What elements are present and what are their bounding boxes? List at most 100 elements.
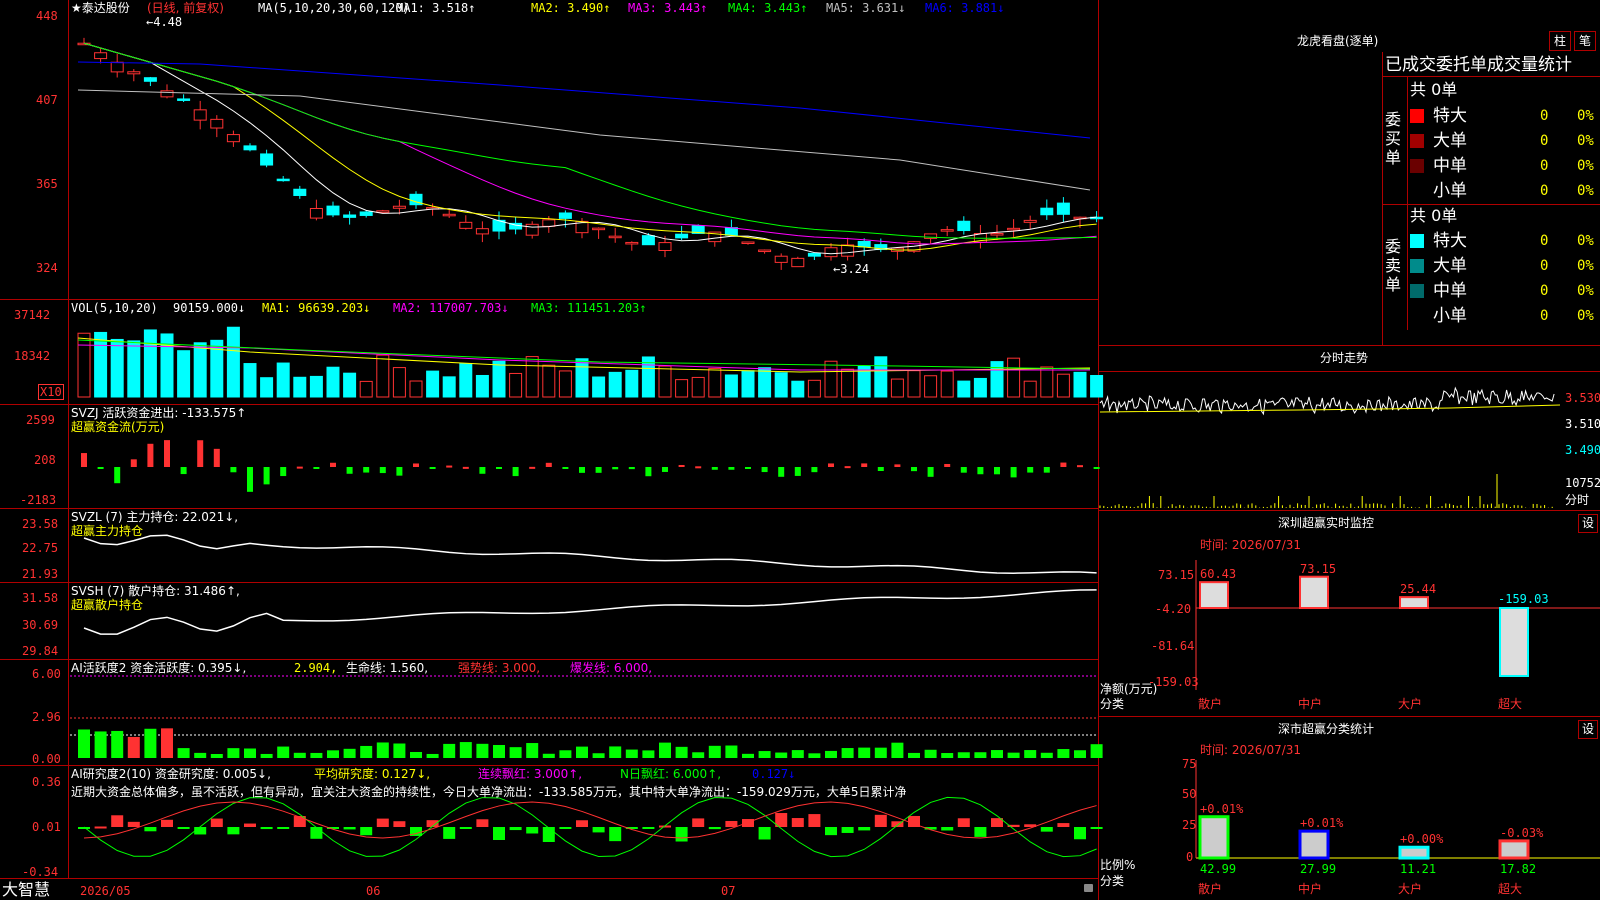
chart-canvas: [70, 37, 1600, 860]
monitor-bar: [1299, 575, 1329, 609]
flow-bar: [496, 467, 502, 469]
candle-body: [442, 213, 456, 217]
flow-bar: [263, 467, 270, 485]
activity-bar: [111, 730, 124, 758]
classify-bar: [1198, 815, 1230, 860]
sell-row-count: 0: [1540, 233, 1549, 249]
candle-body: [475, 228, 489, 235]
tab-bar-view[interactable]: 柱: [1549, 31, 1571, 51]
flow-bar: [645, 467, 652, 477]
research-bar: [725, 820, 738, 827]
activity-bar: [542, 753, 555, 758]
research-bar: [592, 827, 605, 833]
flow-bar: [413, 463, 419, 467]
volume-bar: [409, 380, 423, 398]
intraday-ytick: 3.490: [1565, 443, 1600, 457]
classify-category: 超大: [1498, 882, 1523, 896]
lock-icon[interactable]: [1084, 884, 1093, 892]
activity-bar: [526, 743, 539, 758]
activity-bar: [659, 742, 671, 758]
svsh-ytick: 30.69: [22, 618, 59, 632]
candle-body: [459, 221, 473, 229]
research-bar: [210, 818, 223, 827]
activity-bar: [127, 736, 140, 758]
buy-row-label: 小单: [1433, 181, 1467, 201]
research-bar: [260, 827, 273, 830]
sell-row-swatch: [1410, 309, 1424, 323]
buy-row-swatch: [1410, 184, 1424, 198]
volume-bar: [509, 372, 523, 398]
volume-bar: [376, 354, 390, 398]
classify-bar: [1498, 839, 1530, 860]
candle-body: [525, 223, 539, 236]
candle-body: [160, 90, 174, 98]
price-ytick: 448: [36, 9, 58, 23]
svzl-ytick: 23.58: [22, 517, 59, 531]
candle-body: [724, 227, 738, 236]
monitor-settings-button[interactable]: 设: [1578, 514, 1598, 533]
research-bar: [974, 827, 987, 837]
research-bar: [393, 821, 406, 827]
ai1-life: 生命线: 1.560,: [346, 661, 429, 675]
sell-row-count: 0: [1540, 258, 1549, 274]
period-label: (日线, 前复权): [147, 1, 224, 15]
activity-bar: [725, 745, 738, 758]
flow-bar: [662, 467, 668, 472]
candle-body: [260, 153, 274, 166]
activity-bar: [293, 752, 306, 758]
research-bar: [94, 826, 107, 829]
sell-row-label: 中单: [1433, 281, 1467, 301]
sell-row-count: 0: [1540, 283, 1549, 299]
research-bar: [559, 827, 572, 829]
sell-row-label: 大单: [1433, 256, 1467, 276]
flow-bar: [396, 467, 403, 476]
candle-body: [276, 178, 290, 182]
classify-settings-button[interactable]: 设: [1578, 720, 1598, 739]
sell-row-percent: 0%: [1577, 283, 1594, 299]
volume-bar: [143, 329, 157, 398]
sell-row-label: 小单: [1433, 306, 1467, 326]
svzl-title: SVZL (7) 主力持仓: 22.021↓,: [71, 510, 239, 524]
volume-bar: [343, 372, 357, 398]
buy-row-label: 中单: [1433, 156, 1467, 176]
activity-bar: [1057, 749, 1070, 758]
volume-bar: [691, 376, 705, 398]
candle-body: [1023, 219, 1037, 223]
volume-bar: [724, 374, 738, 398]
sell-row-label: 特大: [1433, 231, 1467, 251]
research-bar: [692, 818, 705, 827]
svzj-ytick: 2599: [26, 413, 55, 427]
svsh-ytick: 29.84: [22, 644, 59, 658]
svzl-ytick: 22.75: [22, 541, 59, 555]
sell-row-percent: 0%: [1577, 258, 1594, 274]
flow-bar: [230, 467, 237, 473]
intraday-ytick: 3.530: [1565, 391, 1600, 405]
volume-bar: [575, 358, 589, 398]
research-bar: [343, 827, 356, 830]
volume-bar: [841, 368, 855, 398]
ma3-value: MA3: 3.443↑: [628, 1, 708, 15]
flow-bar: [1077, 465, 1083, 468]
tab-tick-view[interactable]: 笔: [1574, 31, 1596, 51]
buy-order-label: 委买单: [1385, 110, 1402, 167]
candle-body: [94, 52, 108, 60]
activity-bar: [791, 750, 804, 758]
monitor-bar: [1399, 596, 1429, 610]
research-bar: [277, 827, 290, 829]
candle-body: [376, 210, 390, 213]
activity-bar: [177, 748, 190, 758]
monitor-ytick: 73.15: [1158, 568, 1195, 582]
flow-bar: [745, 467, 751, 469]
activity-bar: [144, 728, 157, 758]
research-bar: [177, 827, 190, 829]
activity-bar: [459, 742, 472, 758]
volume-bar: [990, 361, 1004, 398]
candle-body: [641, 235, 655, 246]
activity-bar: [908, 752, 920, 758]
activity-bar: [1007, 752, 1020, 758]
activity-bar: [443, 743, 456, 758]
research-bar: [443, 827, 456, 839]
research-bar: [808, 814, 821, 827]
classify-bar: [1398, 845, 1430, 860]
volume-bar: [558, 370, 572, 398]
